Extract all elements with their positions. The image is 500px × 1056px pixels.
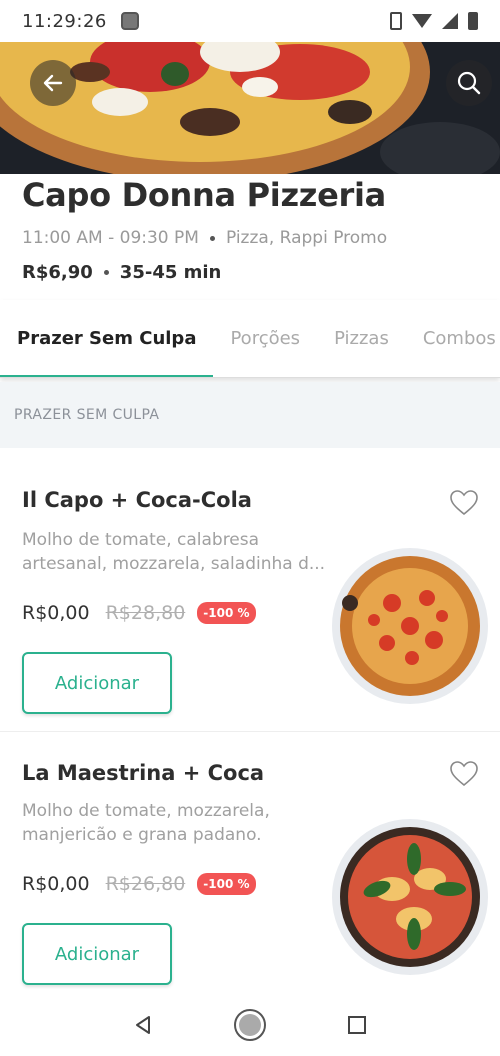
product-description: Molho de tomate, calabresa artesanal, mo… bbox=[22, 530, 326, 574]
product-price: R$0,00 bbox=[22, 602, 90, 624]
wifi-icon bbox=[412, 14, 432, 28]
section-header: PRAZER SEM CULPA bbox=[0, 382, 500, 448]
search-icon bbox=[457, 71, 481, 95]
product-old-price: R$26,80 bbox=[105, 873, 186, 895]
square-recents-icon bbox=[347, 1015, 366, 1034]
heart-icon[interactable] bbox=[450, 761, 478, 787]
product-old-price: R$28,80 bbox=[105, 602, 186, 624]
delivery-fee: R$6,90 bbox=[22, 262, 93, 283]
product-card[interactable]: Il Capo + Coca-Cola Molho de tomate, cal… bbox=[0, 448, 500, 732]
triangle-back-icon bbox=[136, 1015, 151, 1034]
restaurant-meta: 11:00 AM - 09:30 PM Pizza, Rappi Promo bbox=[22, 228, 478, 248]
category-tabs: Prazer Sem Culpa Porções Pizzas Combos bbox=[0, 300, 500, 378]
home-circle-icon bbox=[233, 1008, 266, 1041]
heart-icon[interactable] bbox=[450, 490, 478, 516]
delivery-info: R$6,90 35-45 min bbox=[22, 262, 478, 283]
hero-image bbox=[0, 42, 500, 174]
nav-back-button[interactable] bbox=[123, 1005, 163, 1045]
separator-dot bbox=[209, 235, 215, 241]
delivery-time: 35-45 min bbox=[119, 262, 222, 283]
tab-prazer-sem-culpa[interactable]: Prazer Sem Culpa bbox=[0, 300, 214, 377]
price-row: R$0,00 R$26,80 -100 % bbox=[22, 873, 256, 895]
product-title: Il Capo + Coca-Cola bbox=[22, 488, 252, 512]
notification-icon bbox=[120, 12, 139, 30]
product-image bbox=[332, 819, 488, 975]
tab-combos[interactable]: Combos bbox=[406, 300, 500, 377]
product-description: Molho de tomate, mozzarela, manjericão e… bbox=[22, 801, 270, 845]
system-nav-bar bbox=[0, 993, 500, 1056]
battery-icon bbox=[468, 12, 478, 30]
hero-pizza-image bbox=[0, 42, 500, 174]
separator-dot bbox=[103, 270, 109, 275]
add-button[interactable]: Adicionar bbox=[22, 923, 172, 985]
status-icons bbox=[390, 12, 478, 30]
back-button[interactable] bbox=[30, 60, 76, 106]
tab-pizzas[interactable]: Pizzas bbox=[317, 300, 406, 377]
product-image bbox=[332, 548, 488, 704]
product-title: La Maestrina + Coca bbox=[22, 761, 265, 785]
nav-home-button[interactable] bbox=[230, 1005, 270, 1045]
restaurant-name: Capo Donna Pizzeria bbox=[22, 176, 386, 214]
product-price: R$0,00 bbox=[22, 873, 90, 895]
tab-porcoes[interactable]: Porções bbox=[213, 300, 317, 377]
search-button[interactable] bbox=[446, 60, 492, 106]
nav-recents-button[interactable] bbox=[337, 1005, 377, 1045]
status-time: 11:29:26 bbox=[22, 10, 107, 32]
add-button[interactable]: Adicionar bbox=[22, 652, 172, 714]
discount-badge: -100 % bbox=[197, 602, 256, 624]
restaurant-hours: 11:00 AM - 09:30 PM bbox=[22, 228, 199, 248]
status-bar: 11:29:26 bbox=[0, 0, 500, 42]
vibrate-icon bbox=[390, 12, 402, 30]
restaurant-categories: Pizza, Rappi Promo bbox=[225, 228, 388, 248]
arrow-left-icon bbox=[43, 74, 63, 92]
signal-icon bbox=[442, 13, 458, 29]
product-card[interactable]: La Maestrina + Coca Molho de tomate, moz… bbox=[0, 733, 500, 993]
price-row: R$0,00 R$28,80 -100 % bbox=[22, 602, 256, 624]
restaurant-info: Capo Donna Pizzeria 11:00 AM - 09:30 PM … bbox=[0, 174, 500, 300]
discount-badge: -100 % bbox=[197, 873, 256, 895]
